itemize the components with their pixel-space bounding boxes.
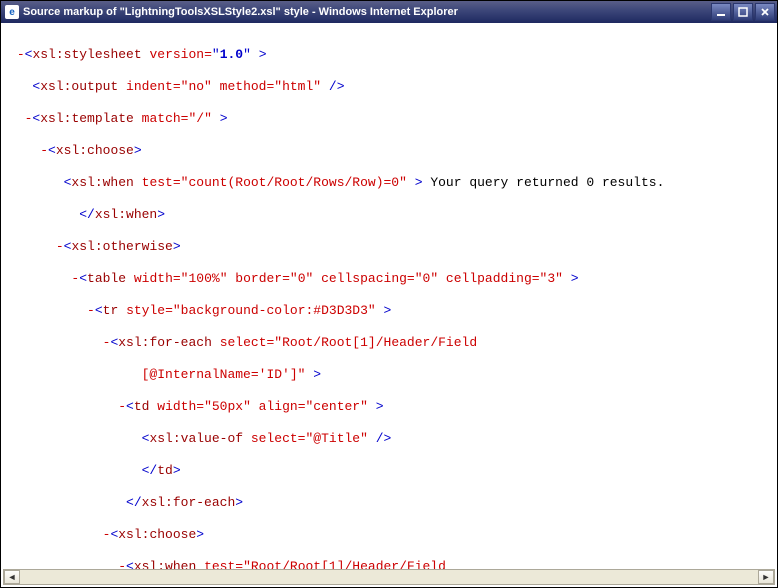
maximize-button[interactable]: [733, 3, 753, 21]
window-title: Source markup of "LightningToolsXSLStyle…: [23, 6, 711, 18]
window-buttons: [711, 3, 775, 21]
close-button[interactable]: [755, 3, 775, 21]
source-code: -<xsl:stylesheet version="1.0" > <xsl:ou…: [3, 23, 775, 569]
horizontal-scrollbar[interactable]: ◄ ►: [3, 569, 775, 585]
title-bar: e Source markup of "LightningToolsXSLSty…: [1, 1, 777, 23]
ie-icon: e: [5, 5, 19, 19]
scroll-left-icon[interactable]: ◄: [4, 570, 20, 584]
minimize-button[interactable]: [711, 3, 731, 21]
scroll-track[interactable]: [20, 570, 758, 584]
content-area: -<xsl:stylesheet version="1.0" > <xsl:ou…: [3, 23, 775, 569]
scroll-right-icon[interactable]: ►: [758, 570, 774, 584]
